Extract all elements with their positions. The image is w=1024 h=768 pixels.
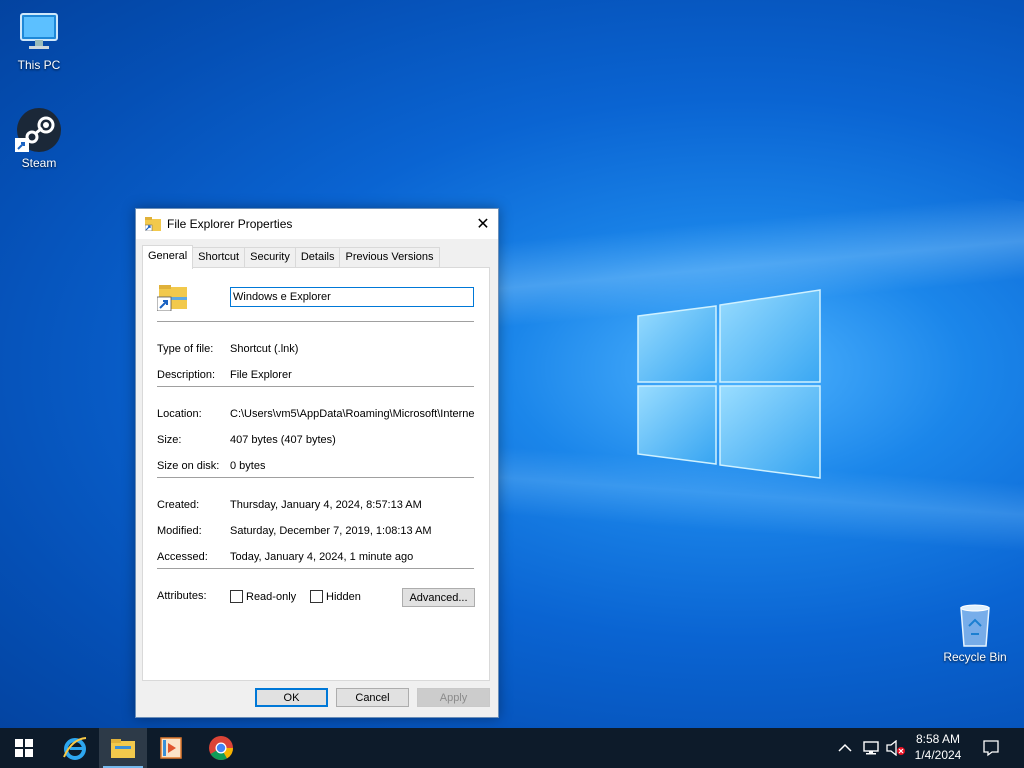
media-player-icon (160, 737, 182, 759)
type-of-file-value: Shortcut (.lnk) (230, 343, 299, 355)
shortcut-name-input[interactable]: Windows e Explorer (230, 287, 474, 307)
taskbar-file-explorer[interactable] (99, 728, 147, 768)
created-value: Thursday, January 4, 2024, 8:57:13 AM (230, 499, 422, 511)
taskbar-internet-explorer[interactable] (51, 728, 99, 768)
tab-general[interactable]: General (142, 245, 194, 269)
advanced-button[interactable]: Advanced... (402, 588, 475, 607)
attributes-label: Attributes: (157, 590, 207, 602)
clock-time: 8:58 AM (915, 732, 961, 746)
general-tab-panel: Windows e Explorer Type of file: Shortcu… (142, 267, 490, 681)
taskbar-media-player[interactable] (147, 728, 195, 768)
network-tray-button[interactable] (862, 728, 880, 768)
hidden-checkbox[interactable] (310, 590, 323, 603)
tab-details[interactable]: Details (294, 247, 341, 267)
description-value: File Explorer (230, 369, 292, 381)
size-on-disk-label: Size on disk: (157, 460, 220, 472)
size-on-disk-value: 0 bytes (230, 460, 266, 472)
desktop-icon-recycle-bin[interactable]: Recycle Bin (937, 600, 1013, 664)
description-label: Description: (157, 369, 216, 381)
separator (157, 477, 474, 478)
windows-logo-wallpaper (637, 289, 821, 479)
accessed-label: Accessed: (157, 551, 208, 563)
read-only-label: Read-only (246, 591, 297, 603)
notification-icon (983, 740, 999, 757)
separator (157, 386, 474, 387)
location-label: Location: (157, 408, 202, 420)
taskbar-chrome[interactable] (197, 728, 245, 768)
modified-value: Saturday, December 7, 2019, 1:08:13 AM (230, 525, 432, 537)
separator (157, 321, 474, 322)
accessed-value: Today, January 4, 2024, 1 minute ago (230, 551, 414, 563)
dialog-titlebar[interactable]: File Explorer Properties ✕ (136, 209, 498, 239)
chevron-up-icon (838, 743, 852, 752)
separator (157, 568, 474, 569)
cancel-button[interactable]: Cancel (336, 688, 409, 707)
properties-dialog: File Explorer Properties ✕ General Short… (135, 208, 499, 718)
file-explorer-icon (111, 739, 135, 758)
modified-label: Modified: (157, 525, 202, 537)
type-of-file-label: Type of file: (157, 343, 214, 355)
location-value: C:\Users\vm5\AppData\Roaming\Microsoft\I… (230, 408, 475, 420)
size-value: 407 bytes (407 bytes) (230, 434, 336, 446)
tab-previous-versions[interactable]: Previous Versions (339, 247, 440, 267)
desktop-icon-label: Recycle Bin (943, 650, 1007, 664)
size-label: Size: (157, 434, 182, 446)
start-icon (15, 739, 33, 757)
apply-button[interactable]: Apply (417, 688, 490, 707)
desktop-icon-this-pc[interactable]: This PC (1, 8, 77, 72)
clock-date: 1/4/2024 (914, 748, 962, 762)
action-center-button[interactable] (982, 728, 1000, 768)
chrome-icon (209, 736, 233, 761)
steam-icon (15, 106, 63, 154)
internet-explorer-icon (63, 737, 87, 760)
desktop-icon-label: Steam (21, 156, 57, 170)
network-icon (863, 741, 879, 755)
taskbar: 8:58 AM 1/4/2024 (0, 728, 1024, 768)
tab-security[interactable]: Security (244, 247, 296, 267)
ok-button[interactable]: OK (255, 688, 328, 707)
show-hidden-icons-button[interactable] (838, 728, 852, 768)
close-icon: ✕ (476, 216, 490, 233)
folder-shortcut-icon (145, 217, 161, 231)
desktop-icon-label: This PC (17, 58, 61, 72)
dialog-title: File Explorer Properties (167, 217, 293, 231)
hidden-label: Hidden (326, 591, 361, 603)
start-button[interactable] (0, 728, 48, 768)
read-only-checkbox[interactable] (230, 590, 243, 603)
created-label: Created: (157, 499, 200, 511)
tab-shortcut[interactable]: Shortcut (192, 247, 246, 267)
close-button[interactable]: ✕ (468, 209, 498, 239)
this-pc-icon (15, 8, 63, 56)
recycle-bin-icon (951, 600, 999, 648)
tab-strip: General Shortcut Security Details Previo… (142, 245, 440, 269)
taskbar-clock[interactable]: 8:58 AM 1/4/2024 (900, 731, 976, 763)
file-explorer-shortcut-icon (157, 285, 187, 311)
desktop-icon-steam[interactable]: Steam (1, 106, 77, 170)
